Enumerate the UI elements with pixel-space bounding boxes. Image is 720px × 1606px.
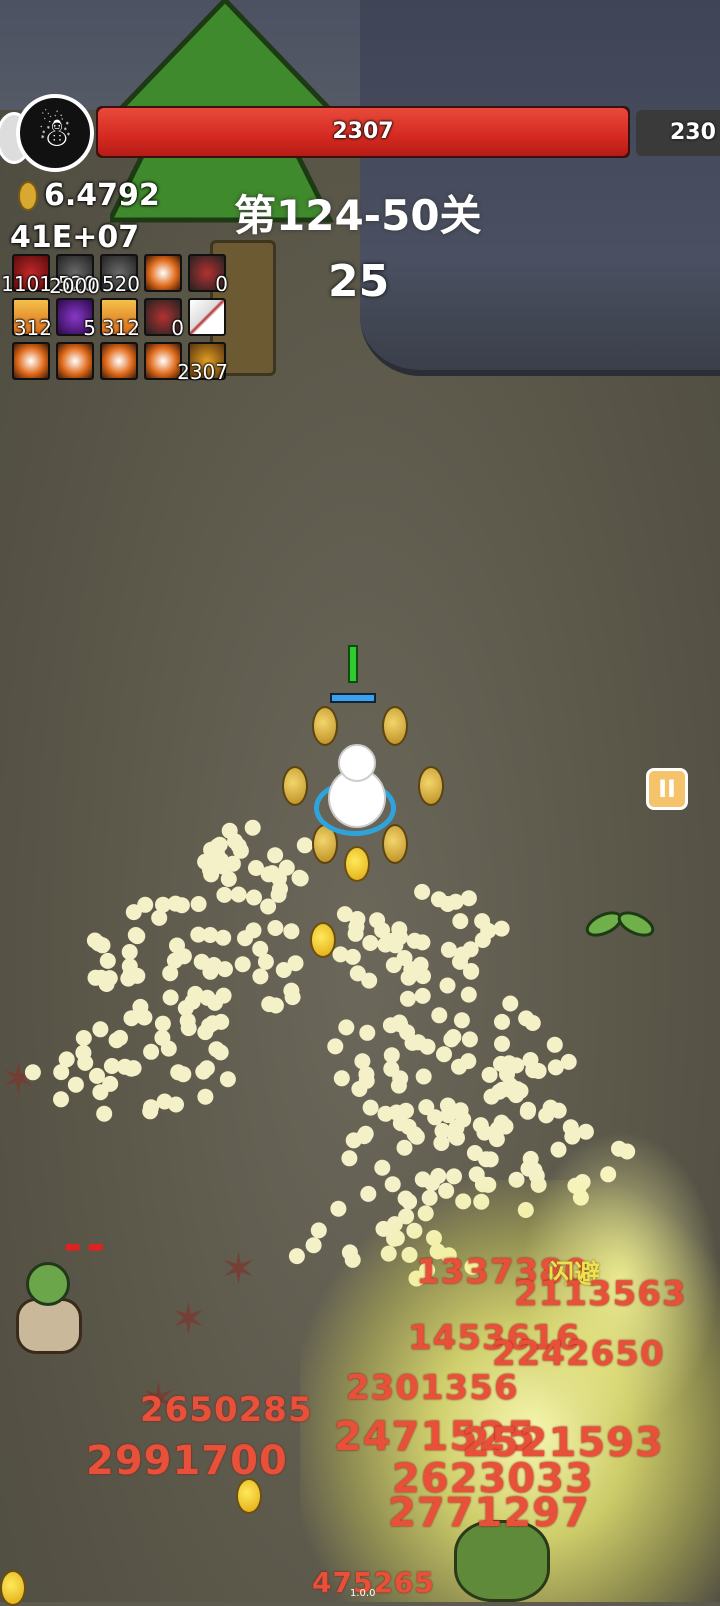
coin-counter: 6.4792: [18, 178, 160, 213]
dead-bush: ✶: [220, 1244, 257, 1295]
sprout-plant: [585, 911, 655, 937]
gold-coin-drop[interactable]: [310, 922, 336, 958]
gear-skill-icon: 520 2000: [49, 254, 100, 298]
skill-value: 520: [101, 272, 140, 296]
swirl-skill-icon: [12, 342, 50, 380]
chest-skill-icon: 2307: [177, 342, 228, 384]
dead-bush: ✶: [0, 1054, 37, 1105]
heart-skill-icon: 1101: [1, 254, 52, 296]
knife-skill-icon: [188, 298, 226, 336]
next-boss-hp-value: 230: [670, 120, 716, 145]
damage-number: 2113563: [514, 1274, 687, 1314]
skill-value: 312: [13, 316, 52, 340]
coin-amount: 6.4792: [44, 178, 160, 213]
pause-button[interactable]: II: [646, 768, 688, 810]
orc-body: [16, 1298, 82, 1354]
next-boss-hp-bar: 230: [636, 110, 720, 156]
damage-number: 2771297: [388, 1490, 590, 1536]
swirl-skill-icon: [56, 342, 94, 380]
direction-arrow-icon: [348, 645, 358, 683]
boss-health-bar: 2307: [96, 106, 630, 158]
orbiting-shield-coin: [418, 766, 444, 806]
orc-enemy: [6, 1262, 92, 1362]
gold-coin-drop[interactable]: [344, 846, 370, 882]
purple-slash-skill-icon: 5: [56, 298, 96, 340]
sun-skill-icon: 312: [12, 298, 52, 340]
boss-hp-value: 2307: [332, 119, 394, 144]
snowman-head: [338, 744, 376, 782]
potion-skill-icon: 0: [188, 254, 228, 296]
snowman-player: [314, 740, 396, 836]
skill-value: 312: [101, 316, 140, 340]
sun-skill-icon: 312: [100, 298, 140, 340]
swirl-skill-icon: [144, 254, 182, 292]
skill-value: 0: [171, 316, 184, 340]
version-label: 1.0.0: [350, 1588, 376, 1599]
wave-counter: 25: [328, 256, 390, 307]
orbiting-shield-coin: [282, 766, 308, 806]
skill-value: 1101: [1, 272, 52, 296]
skill-extra-value: 2000: [49, 274, 100, 298]
player-health-bar: [330, 693, 376, 703]
orc-head: [26, 1262, 70, 1306]
enemy-eyes: ▬ ▬: [64, 1236, 105, 1257]
damage-number: 2301356: [346, 1368, 519, 1408]
potion-skill-icon: 0: [144, 298, 184, 340]
boss-avatar: ☃: [16, 94, 94, 172]
coin-icon: [18, 180, 38, 211]
gold-coin-drop[interactable]: [0, 1570, 26, 1606]
power-value: 41E+07: [10, 220, 140, 255]
damage-number: 2991700: [86, 1438, 288, 1484]
dead-bush: ✶: [170, 1294, 207, 1345]
gear-skill-icon: 520: [100, 254, 140, 296]
skill-value: 5: [83, 316, 96, 340]
skill-value: 0: [215, 272, 228, 296]
swirl-skill-icon: [100, 342, 138, 380]
stage-title: 第124-50关: [234, 191, 482, 240]
damage-number: 2650285: [140, 1390, 313, 1430]
player-health-fill: [332, 695, 374, 701]
skill-value: 2307: [177, 360, 228, 384]
